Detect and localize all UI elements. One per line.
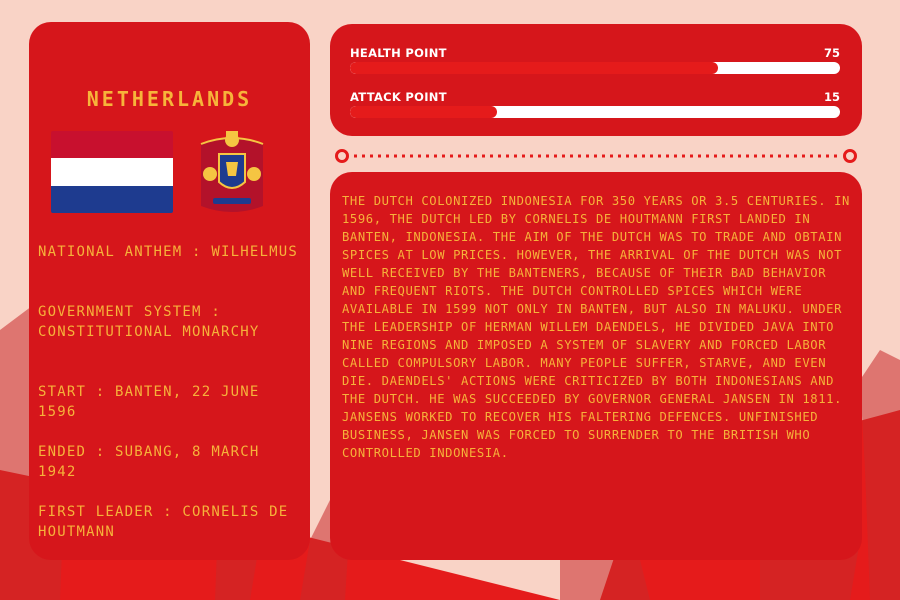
attack-bar-fill (350, 106, 497, 118)
attack-bar (350, 106, 840, 118)
dotted-divider (335, 149, 857, 163)
attack-value: 15 (823, 90, 840, 104)
government-system: Government System : Constitutional Monar… (38, 304, 260, 340)
netherlands-flag-icon (51, 131, 173, 213)
first-leader: First Leader : Cornelis de Houtmann (38, 504, 289, 540)
country-card: NETHERLANDS National Anthem : Wilhelmus … (29, 22, 310, 560)
coat-of-arms-icon (200, 131, 264, 212)
health-value: 75 (823, 46, 840, 60)
national-anthem: National Anthem : Wilhelmus (38, 244, 298, 260)
history-text: The Dutch colonized Indonesia for 350 ye… (342, 194, 850, 460)
start-info: Start : Banten, 22 June 1596 (38, 384, 260, 420)
country-name: NETHERLANDS (86, 87, 253, 111)
health-bar (350, 62, 840, 74)
ended-info: Ended : Subang, 8 March 1942 (38, 444, 260, 480)
health-bar-fill (350, 62, 718, 74)
history-card: The Dutch colonized Indonesia for 350 ye… (330, 172, 862, 560)
health-label: HEALTH POINT (350, 46, 447, 60)
stats-card: HEALTH POINT 75 ATTACK POINT 15 (330, 24, 862, 136)
attack-label: ATTACK POINT (350, 90, 447, 104)
